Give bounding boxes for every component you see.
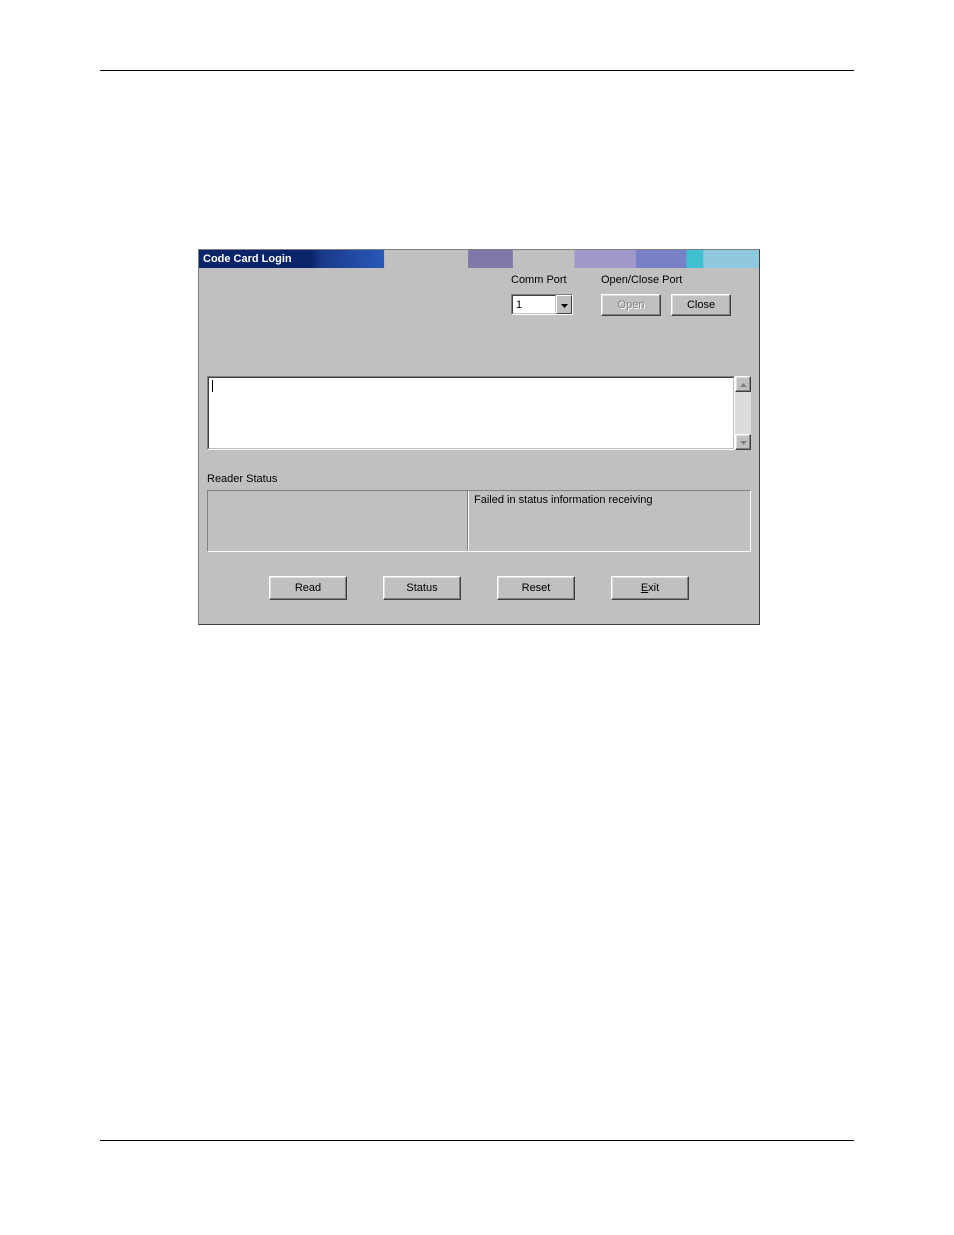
exit-mnemonic: E — [641, 582, 648, 594]
code-card-login-dialog: Code Card Login Comm Port 1 Open/Close P… — [198, 249, 760, 625]
scroll-up-button[interactable] — [735, 376, 751, 392]
read-button[interactable]: Read — [269, 576, 347, 600]
port-section: Comm Port 1 Open/Close Port Open Close — [511, 274, 731, 316]
combo-dropdown-button[interactable] — [556, 295, 572, 314]
comm-port-label: Comm Port — [511, 274, 601, 286]
comm-port-value: 1 — [512, 295, 556, 314]
log-textarea-wrap — [207, 376, 751, 450]
reader-status-box: Failed in status information receiving — [207, 490, 751, 552]
reader-status-label: Reader Status — [207, 473, 277, 485]
window-title: Code Card Login — [203, 253, 292, 265]
chevron-down-icon — [740, 436, 747, 448]
chevron-up-icon — [740, 378, 747, 390]
reset-button[interactable]: Reset — [497, 576, 575, 600]
text-caret — [212, 380, 213, 392]
page-rule-top — [100, 70, 854, 71]
chevron-down-icon — [561, 299, 568, 311]
log-textarea[interactable] — [207, 376, 735, 450]
bottom-button-row: Read Status Reset Exit — [199, 576, 759, 600]
close-button[interactable]: Close — [671, 294, 731, 316]
comm-port-combo[interactable]: 1 — [511, 294, 573, 315]
scroll-down-button[interactable] — [735, 434, 751, 450]
dialog-body: Comm Port 1 Open/Close Port Open Close — [199, 268, 759, 624]
exit-button[interactable]: Exit — [611, 576, 689, 600]
vertical-scrollbar[interactable] — [735, 376, 751, 450]
titlebar: Code Card Login — [199, 250, 759, 268]
open-close-port-label: Open/Close Port — [601, 274, 731, 286]
scroll-track[interactable] — [735, 392, 751, 434]
page-rule-bottom — [100, 1140, 854, 1141]
exit-suffix: xit — [648, 582, 659, 594]
status-button[interactable]: Status — [383, 576, 461, 600]
reader-status-left — [208, 491, 468, 551]
reader-status-right: Failed in status information receiving — [468, 491, 750, 551]
open-button[interactable]: Open — [601, 294, 661, 316]
